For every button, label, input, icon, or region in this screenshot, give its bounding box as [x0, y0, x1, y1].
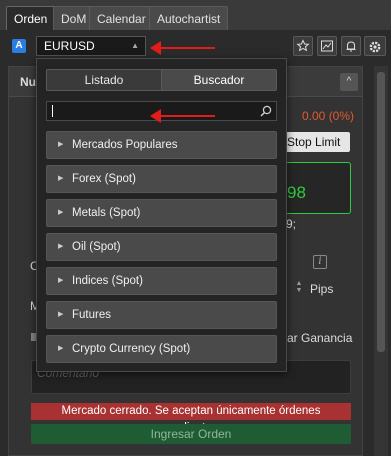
expand-icon: ▶: [58, 243, 64, 250]
take-profit-label: ar Ganancia: [287, 331, 353, 345]
info-icon[interactable]: i: [313, 255, 327, 269]
tab-listado[interactable]: Listado: [47, 70, 162, 90]
search-input[interactable]: [46, 101, 277, 121]
category-forex[interactable]: ▶ Forex (Spot): [46, 165, 277, 193]
category-futures[interactable]: ▶ Futures: [46, 301, 277, 329]
tab-bar: Orden DoM Calendar Autochartist: [0, 0, 391, 30]
category-indices[interactable]: ▶ Indices (Spot): [46, 267, 277, 295]
panel-header-label: Nu: [20, 75, 36, 89]
category-metals[interactable]: ▶ Metals (Spot): [46, 199, 277, 227]
bell-icon: [346, 41, 356, 52]
collapse-button[interactable]: ^: [340, 73, 358, 91]
view-toggle: Listado Buscador: [46, 69, 277, 91]
tab-orden[interactable]: Orden: [6, 6, 56, 30]
category-label: Crypto Currency (Spot): [72, 343, 191, 355]
annotation-arrow-icon: [150, 41, 215, 55]
star-icon: [296, 39, 310, 52]
chart-icon: [321, 40, 333, 52]
alert-button[interactable]: [341, 36, 361, 56]
favorite-button[interactable]: [293, 36, 313, 56]
settings-button[interactable]: [364, 36, 386, 56]
expand-icon: ▶: [58, 311, 64, 318]
pips-label: Pips: [310, 282, 334, 296]
search-icon[interactable]: [259, 104, 273, 118]
expand-icon: ▶: [58, 209, 64, 216]
symbol-dropdown: Listado Buscador ▶ Mercados Populares ▶ Fo…: [36, 58, 287, 372]
tab-autochartist[interactable]: Autochartist: [149, 6, 229, 30]
category-label: Indices (Spot): [72, 275, 143, 287]
scroll-thumb[interactable]: [377, 72, 385, 352]
symbol-value: EURUSD: [44, 39, 95, 53]
expand-icon: ▶: [58, 277, 64, 284]
category-oil[interactable]: ▶ Oil (Spot): [46, 233, 277, 261]
price-change: 0.00 (0%): [302, 109, 355, 123]
category-label: Metals (Spot): [72, 207, 141, 219]
buy-price: 98: [287, 183, 306, 202]
market-closed-banner: Mercado cerrado. Se aceptan únicamente ó…: [31, 403, 351, 434]
chevron-up-icon: ▲: [131, 41, 139, 50]
tab-calendar[interactable]: Calendar: [89, 6, 154, 30]
chart-button[interactable]: [317, 36, 337, 56]
category-mercados-populares[interactable]: ▶ Mercados Populares: [46, 131, 277, 159]
text-cursor: [52, 105, 53, 117]
account-badge: A: [12, 39, 26, 53]
expand-icon: ▶: [58, 141, 64, 148]
category-label: Mercados Populares: [72, 139, 178, 151]
category-label: Forex (Spot): [72, 173, 136, 185]
gear-icon: [369, 41, 381, 53]
price-fragment: 9;: [286, 217, 297, 231]
category-label: Oil (Spot): [72, 241, 121, 253]
tab-buscador[interactable]: Buscador: [162, 70, 276, 90]
symbol-select[interactable]: EURUSD ▲: [36, 36, 146, 56]
expand-icon: ▶: [58, 175, 64, 182]
stop-limit-button[interactable]: Stop Limit: [283, 132, 350, 152]
category-crypto[interactable]: ▶ Crypto Currency (Spot): [46, 335, 277, 363]
pips-stepper[interactable]: ▲ ▼: [293, 280, 305, 296]
submit-order-button[interactable]: Ingresar Orden: [31, 424, 351, 444]
expand-icon: ▶: [58, 345, 64, 352]
annotation-arrow-icon: [150, 109, 215, 123]
category-label: Futures: [72, 309, 111, 321]
scrollbar[interactable]: [374, 66, 388, 456]
